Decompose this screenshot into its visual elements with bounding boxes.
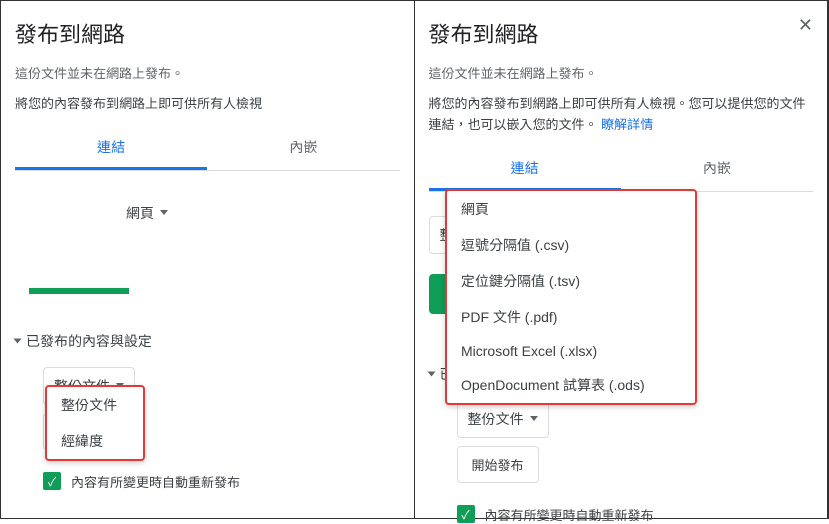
format-option-xlsx[interactable]: Microsoft Excel (.xlsx) <box>447 335 695 367</box>
chevron-down-icon <box>160 210 168 215</box>
format-option-tsv[interactable]: 定位鍵分隔值 (.tsv) <box>447 263 695 299</box>
format-option-ods[interactable]: OpenDocument 試算表 (.ods) <box>447 367 695 403</box>
dialog-title: 發布到網路 <box>15 17 400 49</box>
option-latlng[interactable]: 經緯度 <box>47 423 143 459</box>
checkbox-checked-icon[interactable]: ✓ <box>457 505 475 523</box>
tab-embed[interactable]: 內嵌 <box>621 148 813 191</box>
auto-republish-label: 內容有所變更時自動重新發布 <box>485 505 654 524</box>
start-publishing-button[interactable]: 開始發布 <box>457 446 539 483</box>
checkbox-checked-icon[interactable]: ✓ <box>43 472 61 490</box>
tabs: 連結 內嵌 <box>15 127 400 171</box>
panel-left: 發布到網路 這份文件並未在網路上發布。 將您的內容發布到網路上即可供所有人檢視 … <box>1 1 415 518</box>
publish-hint-underline <box>29 288 129 294</box>
auto-republish-label: 內容有所變更時自動重新發布 <box>71 472 240 491</box>
tab-link[interactable]: 連結 <box>429 148 621 191</box>
chevron-down-icon <box>530 416 538 421</box>
description-text: 將您的內容發布到網路上即可供所有人檢視 <box>15 96 262 111</box>
format-option-pdf[interactable]: PDF 文件 (.pdf) <box>447 299 695 335</box>
auto-republish-row[interactable]: ✓ 內容有所變更時自動重新發布 <box>457 505 814 524</box>
tab-link[interactable]: 連結 <box>15 127 207 170</box>
publish-status: 這份文件並未在網路上發布。 <box>15 63 400 82</box>
document-selector-open[interactable]: 整份文件 經緯度 <box>45 385 145 461</box>
description: 將您的內容發布到網路上即可供所有人檢視 <box>15 94 400 115</box>
format-option-csv[interactable]: 逗號分隔值 (.csv) <box>447 227 695 263</box>
settings-body: 整份文件 開始發布 ✓ 內容有所變更時自動重新發布 <box>429 400 814 524</box>
chevron-down-icon <box>427 371 435 376</box>
format-option-webpage[interactable]: 網頁 <box>447 191 695 227</box>
close-button[interactable]: ✕ <box>798 15 813 36</box>
description: 將您的內容發布到網路上即可供所有人檢視。您可以提供您的文件連結，也可以嵌入您的文… <box>429 94 814 136</box>
publish-status: 這份文件並未在網路上發布。 <box>429 63 814 82</box>
dialog-title: 發布到網路 <box>429 17 814 49</box>
auto-republish-row[interactable]: ✓ 內容有所變更時自動重新發布 <box>43 472 400 491</box>
options-row: 整份文件 經緯度 網頁 <box>15 195 400 231</box>
format-selector-open[interactable]: 網頁 逗號分隔值 (.csv) 定位鍵分隔值 (.tsv) PDF 文件 (.p… <box>445 189 697 405</box>
selector-label: 整份文件 <box>468 409 524 429</box>
tabs: 連結 內嵌 <box>429 148 814 192</box>
section-title: 已發布的內容與設定 <box>26 331 152 351</box>
tab-embed[interactable]: 內嵌 <box>207 127 399 170</box>
learn-more-link[interactable]: 瞭解詳情 <box>601 117 653 132</box>
format-selector[interactable]: 網頁 <box>120 195 174 231</box>
document-selector[interactable]: 整份文件 <box>457 400 549 438</box>
published-settings-header[interactable]: 已發布的內容與設定 <box>15 331 400 351</box>
format-label: 網頁 <box>126 203 154 223</box>
option-whole-document[interactable]: 整份文件 <box>47 387 143 423</box>
chevron-down-icon <box>14 338 22 343</box>
